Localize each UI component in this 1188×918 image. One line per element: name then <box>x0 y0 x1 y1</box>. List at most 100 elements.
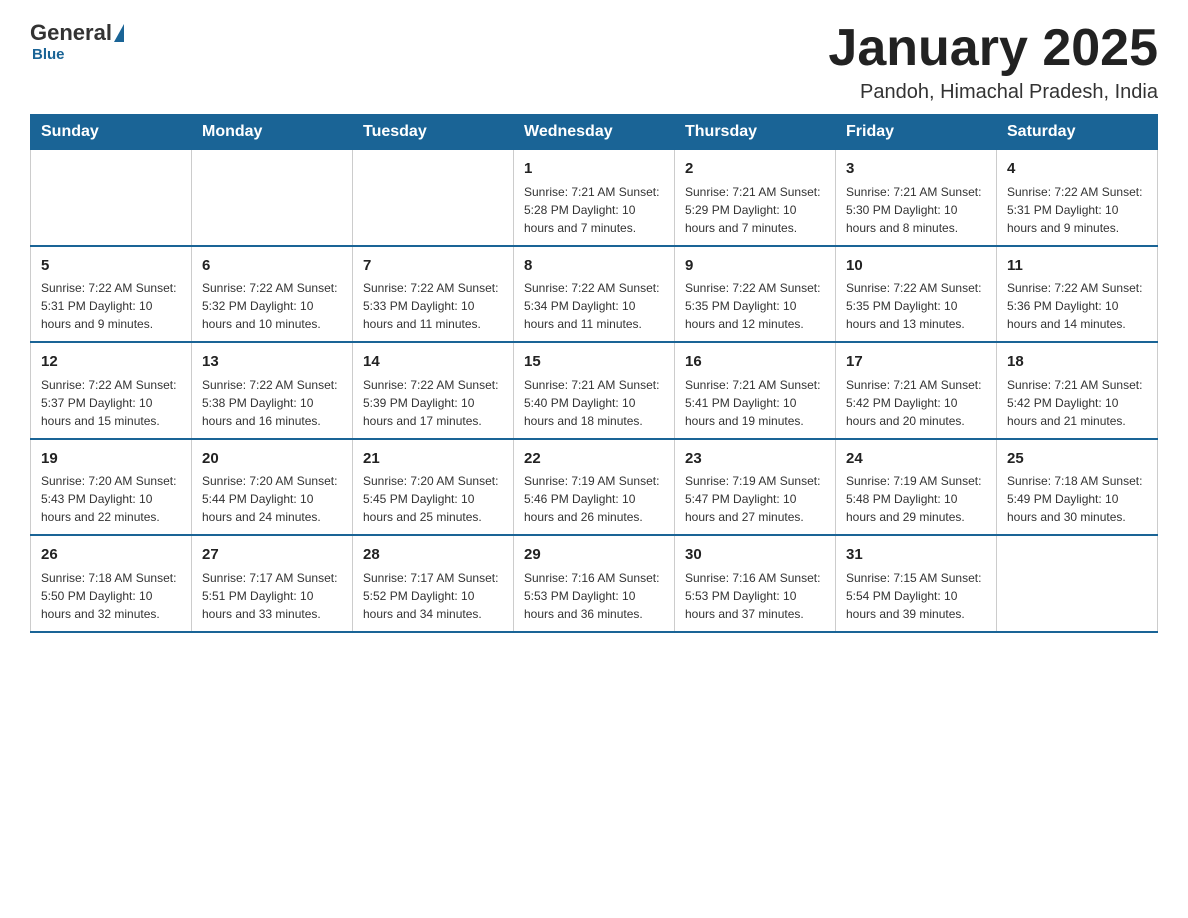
day-cell: 20Sunrise: 7:20 AM Sunset: 5:44 PM Dayli… <box>192 439 353 536</box>
day-number: 11 <box>1007 255 1147 278</box>
day-cell: 19Sunrise: 7:20 AM Sunset: 5:43 PM Dayli… <box>31 439 192 536</box>
day-number: 29 <box>524 544 664 567</box>
title-section: January 2025 Pandoh, Himachal Pradesh, I… <box>828 20 1158 104</box>
day-number: 10 <box>846 255 986 278</box>
day-cell: 31Sunrise: 7:15 AM Sunset: 5:54 PM Dayli… <box>836 535 997 632</box>
day-cell: 4Sunrise: 7:22 AM Sunset: 5:31 PM Daylig… <box>997 150 1158 246</box>
header-cell-wednesday: Wednesday <box>514 115 675 150</box>
day-info: Sunrise: 7:17 AM Sunset: 5:51 PM Dayligh… <box>202 569 342 623</box>
day-cell: 7Sunrise: 7:22 AM Sunset: 5:33 PM Daylig… <box>353 246 514 343</box>
day-info: Sunrise: 7:22 AM Sunset: 5:34 PM Dayligh… <box>524 279 664 333</box>
week-row-1: 1Sunrise: 7:21 AM Sunset: 5:28 PM Daylig… <box>31 150 1158 246</box>
day-cell <box>192 150 353 246</box>
day-number: 30 <box>685 544 825 567</box>
day-info: Sunrise: 7:18 AM Sunset: 5:50 PM Dayligh… <box>41 569 181 623</box>
day-cell: 26Sunrise: 7:18 AM Sunset: 5:50 PM Dayli… <box>31 535 192 632</box>
header-cell-monday: Monday <box>192 115 353 150</box>
header-cell-friday: Friday <box>836 115 997 150</box>
day-number: 8 <box>524 255 664 278</box>
day-number: 18 <box>1007 351 1147 374</box>
day-cell: 8Sunrise: 7:22 AM Sunset: 5:34 PM Daylig… <box>514 246 675 343</box>
day-info: Sunrise: 7:17 AM Sunset: 5:52 PM Dayligh… <box>363 569 503 623</box>
day-number: 23 <box>685 448 825 471</box>
logo: General Blue <box>30 20 126 63</box>
logo-general-text: General <box>30 20 112 46</box>
day-cell: 6Sunrise: 7:22 AM Sunset: 5:32 PM Daylig… <box>192 246 353 343</box>
day-cell: 1Sunrise: 7:21 AM Sunset: 5:28 PM Daylig… <box>514 150 675 246</box>
day-info: Sunrise: 7:21 AM Sunset: 5:28 PM Dayligh… <box>524 183 664 237</box>
day-number: 24 <box>846 448 986 471</box>
day-info: Sunrise: 7:16 AM Sunset: 5:53 PM Dayligh… <box>685 569 825 623</box>
day-cell: 13Sunrise: 7:22 AM Sunset: 5:38 PM Dayli… <box>192 342 353 439</box>
header-cell-sunday: Sunday <box>31 115 192 150</box>
week-row-3: 12Sunrise: 7:22 AM Sunset: 5:37 PM Dayli… <box>31 342 1158 439</box>
day-cell: 27Sunrise: 7:17 AM Sunset: 5:51 PM Dayli… <box>192 535 353 632</box>
week-row-5: 26Sunrise: 7:18 AM Sunset: 5:50 PM Dayli… <box>31 535 1158 632</box>
day-number: 15 <box>524 351 664 374</box>
day-info: Sunrise: 7:21 AM Sunset: 5:40 PM Dayligh… <box>524 376 664 430</box>
day-info: Sunrise: 7:22 AM Sunset: 5:31 PM Dayligh… <box>1007 183 1147 237</box>
day-number: 17 <box>846 351 986 374</box>
day-cell: 14Sunrise: 7:22 AM Sunset: 5:39 PM Dayli… <box>353 342 514 439</box>
day-number: 21 <box>363 448 503 471</box>
day-info: Sunrise: 7:21 AM Sunset: 5:42 PM Dayligh… <box>1007 376 1147 430</box>
day-info: Sunrise: 7:21 AM Sunset: 5:42 PM Dayligh… <box>846 376 986 430</box>
header-row: SundayMondayTuesdayWednesdayThursdayFrid… <box>31 115 1158 150</box>
day-number: 5 <box>41 255 181 278</box>
day-info: Sunrise: 7:19 AM Sunset: 5:47 PM Dayligh… <box>685 472 825 526</box>
day-info: Sunrise: 7:19 AM Sunset: 5:48 PM Dayligh… <box>846 472 986 526</box>
calendar-title: January 2025 <box>828 20 1158 77</box>
day-info: Sunrise: 7:22 AM Sunset: 5:39 PM Dayligh… <box>363 376 503 430</box>
calendar-body: 1Sunrise: 7:21 AM Sunset: 5:28 PM Daylig… <box>31 150 1158 632</box>
day-number: 27 <box>202 544 342 567</box>
day-cell <box>31 150 192 246</box>
day-number: 25 <box>1007 448 1147 471</box>
day-info: Sunrise: 7:22 AM Sunset: 5:31 PM Dayligh… <box>41 279 181 333</box>
day-cell: 16Sunrise: 7:21 AM Sunset: 5:41 PM Dayli… <box>675 342 836 439</box>
day-cell: 18Sunrise: 7:21 AM Sunset: 5:42 PM Dayli… <box>997 342 1158 439</box>
day-info: Sunrise: 7:22 AM Sunset: 5:33 PM Dayligh… <box>363 279 503 333</box>
day-info: Sunrise: 7:16 AM Sunset: 5:53 PM Dayligh… <box>524 569 664 623</box>
day-number: 4 <box>1007 158 1147 181</box>
day-cell: 29Sunrise: 7:16 AM Sunset: 5:53 PM Dayli… <box>514 535 675 632</box>
day-cell: 23Sunrise: 7:19 AM Sunset: 5:47 PM Dayli… <box>675 439 836 536</box>
day-cell: 22Sunrise: 7:19 AM Sunset: 5:46 PM Dayli… <box>514 439 675 536</box>
day-cell: 5Sunrise: 7:22 AM Sunset: 5:31 PM Daylig… <box>31 246 192 343</box>
day-cell: 24Sunrise: 7:19 AM Sunset: 5:48 PM Dayli… <box>836 439 997 536</box>
day-cell: 30Sunrise: 7:16 AM Sunset: 5:53 PM Dayli… <box>675 535 836 632</box>
day-info: Sunrise: 7:22 AM Sunset: 5:37 PM Dayligh… <box>41 376 181 430</box>
day-info: Sunrise: 7:18 AM Sunset: 5:49 PM Dayligh… <box>1007 472 1147 526</box>
day-info: Sunrise: 7:22 AM Sunset: 5:38 PM Dayligh… <box>202 376 342 430</box>
day-info: Sunrise: 7:22 AM Sunset: 5:35 PM Dayligh… <box>685 279 825 333</box>
day-info: Sunrise: 7:20 AM Sunset: 5:45 PM Dayligh… <box>363 472 503 526</box>
day-cell: 3Sunrise: 7:21 AM Sunset: 5:30 PM Daylig… <box>836 150 997 246</box>
day-number: 1 <box>524 158 664 181</box>
day-cell: 11Sunrise: 7:22 AM Sunset: 5:36 PM Dayli… <box>997 246 1158 343</box>
day-number: 16 <box>685 351 825 374</box>
day-cell: 21Sunrise: 7:20 AM Sunset: 5:45 PM Dayli… <box>353 439 514 536</box>
day-cell <box>997 535 1158 632</box>
logo-triangle-icon <box>114 24 124 42</box>
day-cell: 2Sunrise: 7:21 AM Sunset: 5:29 PM Daylig… <box>675 150 836 246</box>
day-number: 28 <box>363 544 503 567</box>
day-number: 13 <box>202 351 342 374</box>
day-cell <box>353 150 514 246</box>
day-cell: 12Sunrise: 7:22 AM Sunset: 5:37 PM Dayli… <box>31 342 192 439</box>
day-number: 19 <box>41 448 181 471</box>
header-cell-thursday: Thursday <box>675 115 836 150</box>
page-header: General Blue January 2025 Pandoh, Himach… <box>30 20 1158 104</box>
day-cell: 10Sunrise: 7:22 AM Sunset: 5:35 PM Dayli… <box>836 246 997 343</box>
day-number: 3 <box>846 158 986 181</box>
header-cell-saturday: Saturday <box>997 115 1158 150</box>
day-cell: 28Sunrise: 7:17 AM Sunset: 5:52 PM Dayli… <box>353 535 514 632</box>
day-info: Sunrise: 7:15 AM Sunset: 5:54 PM Dayligh… <box>846 569 986 623</box>
day-number: 22 <box>524 448 664 471</box>
day-number: 9 <box>685 255 825 278</box>
day-info: Sunrise: 7:20 AM Sunset: 5:43 PM Dayligh… <box>41 472 181 526</box>
day-info: Sunrise: 7:22 AM Sunset: 5:35 PM Dayligh… <box>846 279 986 333</box>
day-number: 31 <box>846 544 986 567</box>
day-number: 20 <box>202 448 342 471</box>
day-info: Sunrise: 7:22 AM Sunset: 5:36 PM Dayligh… <box>1007 279 1147 333</box>
day-info: Sunrise: 7:21 AM Sunset: 5:41 PM Dayligh… <box>685 376 825 430</box>
week-row-4: 19Sunrise: 7:20 AM Sunset: 5:43 PM Dayli… <box>31 439 1158 536</box>
